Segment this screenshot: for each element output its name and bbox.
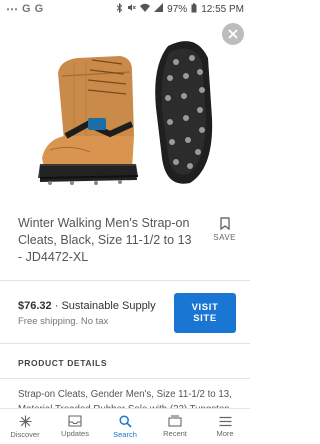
nav-updates[interactable]: Updates (50, 409, 100, 444)
status-right: 97% 12:55 PM (116, 2, 244, 16)
signal-icon (154, 3, 164, 15)
close-icon (228, 29, 238, 39)
nav-label: Search (113, 429, 137, 439)
product-header: Winter Walking Men's Strap-on Cleats, Bl… (0, 193, 250, 266)
mute-icon (127, 3, 137, 15)
nav-label: Discover (10, 429, 40, 439)
save-button[interactable]: SAVE (213, 217, 236, 266)
seller-name: Sustainable Supply (61, 299, 156, 312)
bookmark-icon (220, 217, 230, 230)
inbox-icon (68, 415, 82, 427)
section-heading: PRODUCT DETAILS (18, 358, 108, 368)
offer-row: $76.32 · Sustainable Supply Free shippin… (0, 281, 250, 343)
status-left: ⋯ G G (6, 2, 43, 16)
clock: 12:55 PM (201, 3, 244, 15)
google-app-icon: G (22, 3, 31, 15)
search-icon (118, 414, 132, 428)
menu-icon (219, 416, 231, 426)
bottom-navigation: Discover Updates Search Recent More (0, 408, 250, 444)
nav-label: Updates (61, 429, 89, 438)
offer-info: $76.32 · Sustainable Supply Free shippin… (18, 300, 156, 327)
save-label: SAVE (213, 233, 236, 242)
battery-percent: 97% (167, 3, 188, 15)
notification-dots-icon: ⋯ (6, 2, 18, 16)
shipping-info: Free shipping. No tax (18, 315, 109, 327)
nav-recent[interactable]: Recent (150, 409, 200, 444)
visit-site-button[interactable]: VISIT SITE (174, 293, 236, 333)
status-bar: ⋯ G G 97% 12:55 PM (0, 0, 250, 18)
product-title: Winter Walking Men's Strap-on Cleats, Bl… (18, 216, 192, 264)
wifi-icon (140, 3, 151, 15)
nav-more[interactable]: More (200, 409, 250, 444)
price: $76.32 (18, 299, 52, 312)
google-app-icon-2: G (34, 3, 44, 15)
bluetooth-icon (116, 2, 123, 16)
nav-search[interactable]: Search (100, 409, 150, 444)
nav-label: More (216, 428, 234, 438)
product-image[interactable] (0, 18, 250, 193)
close-button[interactable] (222, 23, 244, 45)
nav-discover[interactable]: Discover (0, 409, 50, 444)
price-seller-line: $76.32 · Sustainable Supply (18, 300, 156, 312)
recent-icon (168, 415, 182, 427)
nav-label: Recent (163, 429, 187, 438)
asterisk-icon (19, 415, 31, 427)
product-photo (38, 41, 213, 185)
battery-icon (191, 2, 197, 16)
